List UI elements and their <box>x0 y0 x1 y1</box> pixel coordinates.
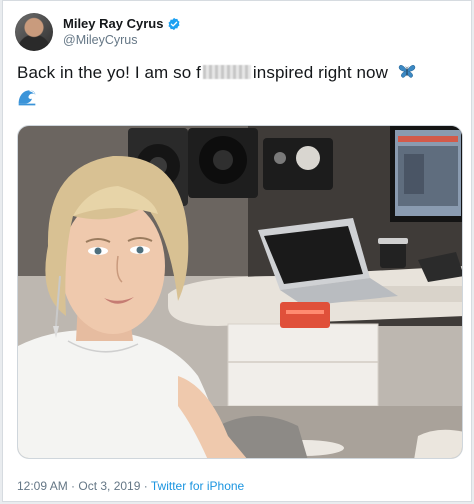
tweet-text: Back in the yo! I am so f inspired right … <box>17 61 462 107</box>
author-display-name[interactable]: Miley Ray Cyrus <box>63 16 163 32</box>
meta-separator: · <box>140 479 151 493</box>
tweet-text-part2: inspired right now <box>252 63 388 82</box>
censored-word <box>202 65 251 79</box>
tweet-card: Miley Ray Cyrus @MileyCyrus Back in the … <box>2 0 472 502</box>
wave-emoji-icon <box>18 90 36 106</box>
verified-badge-icon <box>168 17 180 31</box>
tweet-header: Miley Ray Cyrus @MileyCyrus <box>15 11 181 53</box>
tweet-source-link[interactable]: Twitter for iPhone <box>151 479 244 493</box>
author-block: Miley Ray Cyrus @MileyCyrus <box>63 16 181 48</box>
studio-photo-illustration <box>18 126 462 458</box>
author-handle[interactable]: @MileyCyrus <box>63 32 181 48</box>
tweet-photo[interactable] <box>17 125 463 459</box>
tweet-meta: 12:09 AM · Oct 3, 2019 · Twitter for iPh… <box>17 479 244 493</box>
name-row: Miley Ray Cyrus <box>63 16 181 32</box>
tweet-timestamp[interactable]: 12:09 AM · Oct 3, 2019 <box>17 479 140 493</box>
avatar[interactable] <box>15 13 53 51</box>
butterfly-emoji-icon <box>398 65 415 78</box>
tweet-text-part1: Back in the yo! I am so f <box>17 63 201 82</box>
